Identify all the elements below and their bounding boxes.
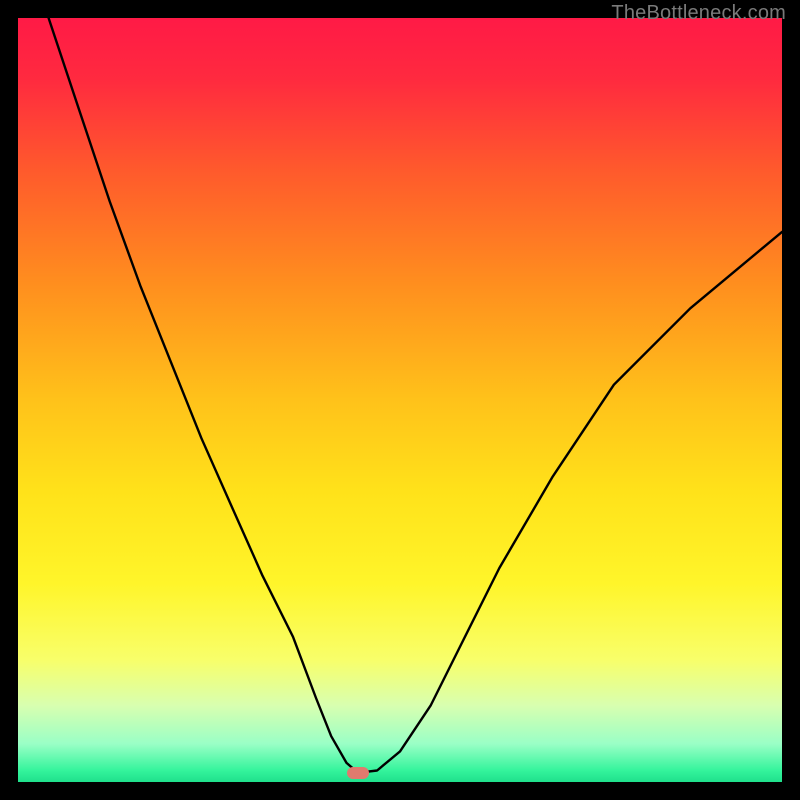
- chart-frame: TheBottleneck.com: [0, 0, 800, 800]
- heatmap-background: [18, 18, 782, 782]
- plot-area: [18, 18, 782, 782]
- optimum-marker: [347, 767, 369, 779]
- attribution-text: TheBottleneck.com: [611, 2, 786, 25]
- plot-svg: [18, 18, 782, 782]
